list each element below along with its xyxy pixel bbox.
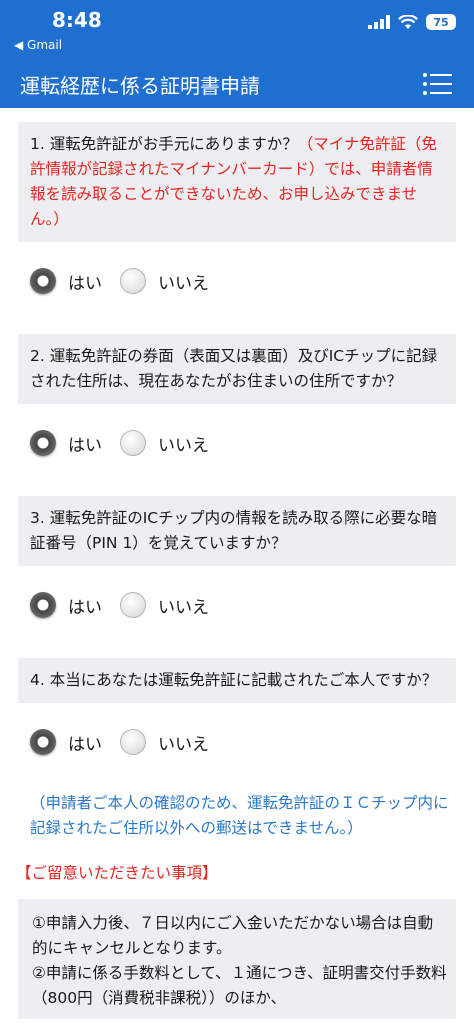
address-notice: （申請者ご本人の確認のため、運転免許証のＩＣチップ内に記録されたご住所以外への郵… (30, 794, 449, 837)
app-header: 運転経歴に係る証明書申請 (0, 60, 474, 108)
question-2-options: はい いいえ (0, 404, 474, 482)
question-3-yes-option[interactable]: はい (30, 592, 102, 618)
question-2-no-option[interactable]: いいえ (120, 430, 209, 456)
question-2-text: 2. 運転免許証の券面（表面又は裏面）及びICチップに記録された住所は、現在あな… (30, 347, 438, 390)
radio-checked-icon[interactable] (30, 268, 56, 294)
option-label: はい (68, 273, 102, 294)
question-1: 1. 運転免許証がお手元にありますか？（マイナ免許証（免許情報が記録されたマイナ… (18, 122, 456, 242)
question-4-no-option[interactable]: いいえ (120, 729, 209, 755)
question-4-yes-option[interactable]: はい (30, 729, 102, 755)
option-label: はい (68, 435, 102, 456)
radio-checked-icon[interactable] (30, 729, 56, 755)
cellular-signal-icon (368, 15, 390, 29)
question-4-text: 4. 本当にあなたは運転免許証に記載されたご本人ですか？ (30, 671, 438, 689)
question-1-no-option[interactable]: いいえ (120, 268, 209, 294)
back-to-gmail-link[interactable]: ◀ Gmail (14, 38, 62, 52)
question-2-yes-option[interactable]: はい (30, 430, 102, 456)
radio-checked-icon[interactable] (30, 592, 56, 618)
option-label: いいえ (158, 435, 209, 456)
question-3-options: はい いいえ (0, 566, 474, 644)
question-1-yes-option[interactable]: はい (30, 268, 102, 294)
radio-unchecked-icon[interactable] (120, 268, 146, 294)
notes-box: ①申請入力後、７日以内にご入金いただかない場合は自動的にキャンセルとなります。 … (18, 899, 456, 1019)
form-content: 1. 運転免許証がお手元にありますか？（マイナ免許証（免許情報が記録されたマイナ… (0, 108, 474, 1019)
radio-unchecked-icon[interactable] (120, 729, 146, 755)
status-icons: 75 (368, 14, 456, 30)
question-1-text: 1. 運転免許証がお手元にありますか？ (30, 135, 298, 153)
option-label: はい (68, 597, 102, 618)
page-title: 運転経歴に係る証明書申請 (20, 74, 260, 98)
status-bar: 8:48 ◀ Gmail 75 (0, 0, 474, 60)
question-2: 2. 運転免許証の券面（表面又は裏面）及びICチップに記録された住所は、現在あな… (18, 334, 456, 404)
status-time: 8:48 (52, 8, 102, 32)
option-label: いいえ (158, 273, 209, 294)
question-4-options: はい いいえ (0, 703, 474, 781)
option-label: いいえ (158, 734, 209, 755)
question-3: 3. 運転免許証のICチップ内の情報を読み取る際に必要な暗証番号（PIN 1）を… (18, 496, 456, 566)
radio-checked-icon[interactable] (30, 430, 56, 456)
battery-icon: 75 (426, 14, 456, 30)
option-label: はい (68, 734, 102, 755)
wifi-icon (398, 14, 418, 29)
radio-unchecked-icon[interactable] (120, 430, 146, 456)
menu-icon[interactable] (422, 72, 452, 96)
question-3-no-option[interactable]: いいえ (120, 592, 209, 618)
option-label: いいえ (158, 597, 209, 618)
radio-unchecked-icon[interactable] (120, 592, 146, 618)
question-1-options: はい いいえ (0, 242, 474, 320)
battery-level: 75 (433, 15, 449, 29)
note-item: ②申請に係る手数料として、１通につき、証明書交付手数料（800円（消費税非課税）… (32, 964, 447, 1007)
question-3-text: 3. 運転免許証のICチップ内の情報を読み取る際に必要な暗証番号（PIN 1）を… (30, 509, 438, 552)
notes-title: 【ご留意いただきたい事項】 (16, 864, 218, 882)
question-4: 4. 本当にあなたは運転免許証に記載されたご本人ですか？ (18, 658, 456, 703)
note-item: ①申請入力後、７日以内にご入金いただかない場合は自動的にキャンセルとなります。 (32, 914, 434, 957)
